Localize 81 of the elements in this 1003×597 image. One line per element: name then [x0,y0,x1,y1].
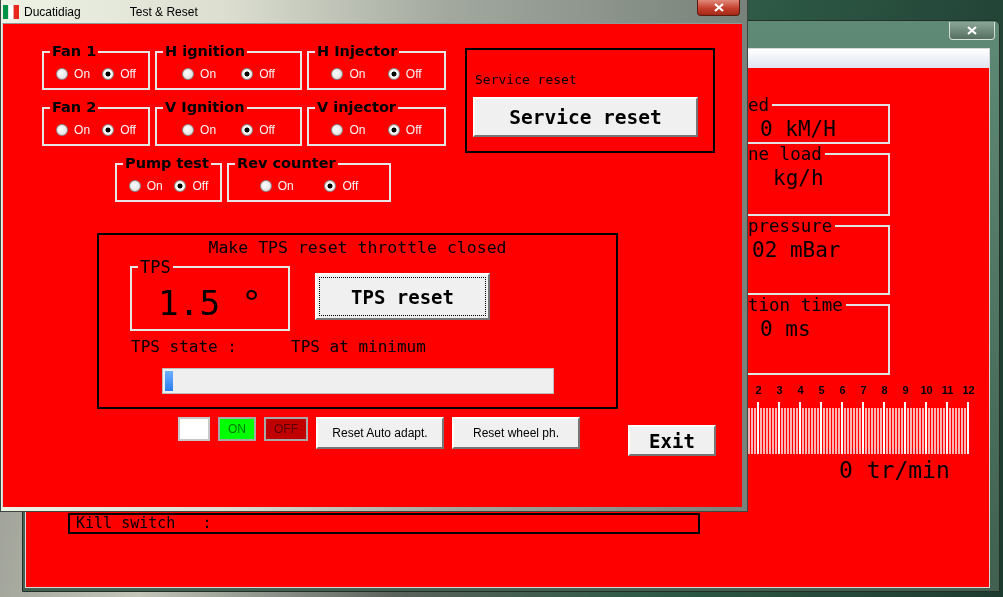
service-reset-button[interactable]: Service reset [473,97,698,137]
instruction-text: Make TPS reset throttle closed [208,238,507,257]
radio-button[interactable] [128,180,141,192]
state-label: TPS state : [131,337,238,357]
radio-button[interactable] [56,124,69,136]
readout-value: kg/h [773,165,824,190]
rpm-tick-label: 6 [838,384,847,397]
rpm-tick-label: 3 [775,384,784,397]
group-title: Fan 1 [51,43,98,60]
radio-button[interactable] [102,68,115,80]
radio-label[interactable]: On [74,123,91,137]
radio-button[interactable] [56,68,69,80]
rpm-tick-label: 2 [754,384,763,397]
blank-indicator [178,417,210,441]
group-title: H Injector [316,43,399,60]
radio-label[interactable]: On [200,123,217,137]
window-caption: Test & Reset [129,4,198,19]
radio-label[interactable]: On [200,67,217,81]
radio-button[interactable] [174,180,187,192]
radio-button[interactable] [324,180,337,192]
tps-reset-button[interactable]: TPS reset [315,273,490,320]
radio-label[interactable]: Off [405,123,422,137]
kill-switch-label: Kill switch : [76,515,212,532]
radio-button[interactable] [102,124,115,136]
readout-title: pressure [748,216,834,236]
close-button[interactable] [697,0,740,16]
radio-button[interactable] [259,180,272,192]
status-lamp: ON [218,417,256,441]
radio-button[interactable] [241,124,254,136]
radio-label[interactable]: Off [192,179,209,193]
radio-label[interactable]: Off [120,123,136,137]
radio-button[interactable] [331,68,344,80]
group-title: Fan 2 [51,99,98,116]
rpm-tick-label: 9 [901,384,910,397]
reset-button[interactable]: Reset wheel ph. [452,417,580,449]
radio-label[interactable]: On [349,123,366,137]
radio-label[interactable]: Off [120,67,136,81]
rpm-tick-label: 10 [919,384,934,397]
radio-label[interactable]: On [349,67,366,81]
group-title: V Ignition [164,99,246,116]
reset-button[interactable]: Reset Auto adapt. [316,417,444,449]
rpm-reading: 0 tr/min [838,457,950,483]
readout-title: tion time [748,295,844,315]
rpm-tick-label: 4 [796,384,805,397]
radio-label[interactable]: Off [259,123,275,137]
rpm-tick-label: 8 [880,384,889,397]
readout-value: 0 kM/H [760,116,836,141]
status-lamp: OFF [264,417,308,441]
readout-value: 0 ms [760,316,811,341]
readout-title: ed [748,95,771,115]
rpm-tick-label: 5 [817,384,826,397]
group-title: Pump test [124,155,210,172]
readout-title: TPS [139,258,172,276]
radio-button[interactable] [241,68,254,80]
radio-label[interactable]: Off [405,67,422,81]
radio-label[interactable]: Off [259,67,275,81]
rpm-tick-label: 7 [859,384,868,397]
window-title: Ducatidiag [24,4,81,19]
exit-button[interactable]: Exit [628,425,716,456]
group-title: H ignition [164,43,246,60]
close-icon [713,3,724,12]
tps-value: 1.5 ° [158,282,262,323]
radio-button[interactable] [331,124,344,136]
radio-label[interactable]: On [74,67,91,81]
radio-button[interactable] [387,68,400,80]
state-value: TPS at minimum [291,337,427,357]
radio-label[interactable]: On [146,179,163,193]
rpm-tick-label: 11 [940,384,955,397]
radio-label[interactable]: Off [342,179,359,193]
readout-title: ne load [748,144,823,164]
rpm-tick-label: 12 [961,384,976,397]
readout-value: 02 mBar [752,237,841,262]
radio-button[interactable] [182,68,195,80]
radio-label[interactable]: On [277,179,294,193]
flag-icon [3,4,19,19]
radio-button[interactable] [387,124,400,136]
close-icon [967,26,977,35]
panel-caption: Service reset [475,72,577,88]
group-title: Rev counter [236,155,337,172]
group-title: V injector [316,99,397,116]
radio-button[interactable] [182,124,195,136]
